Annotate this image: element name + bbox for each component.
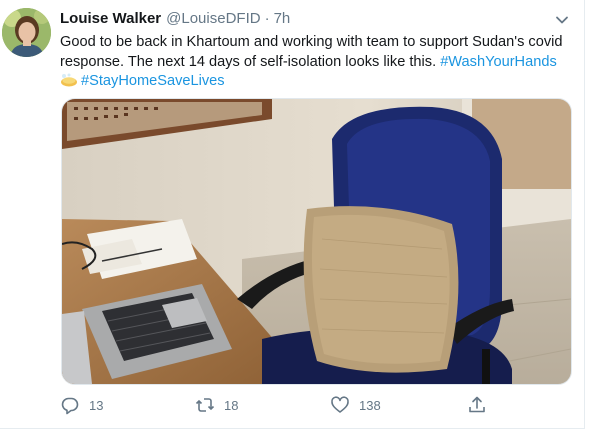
like-count: 138 (359, 397, 381, 413)
tweet-photo[interactable] (61, 98, 572, 385)
tweet-header: Louise Walker @LouiseDFID · 7h (60, 10, 290, 30)
like-button[interactable]: 138 (330, 393, 381, 417)
retweet-count: 18 (224, 397, 239, 413)
action-bar: 13 18 138 (60, 393, 580, 417)
user-handle[interactable]: @LouiseDFID (166, 10, 260, 27)
retweet-button[interactable]: 18 (195, 393, 238, 417)
avatar[interactable] (2, 8, 51, 57)
share-icon (469, 396, 485, 413)
chevron-down-icon[interactable] (552, 10, 572, 30)
retweet-icon (195, 398, 215, 412)
tweet-card[interactable]: Louise Walker @LouiseDFID · 7h Good to b… (0, 0, 589, 429)
reply-button[interactable]: 13 (60, 393, 103, 417)
timestamp[interactable]: 7h (274, 10, 291, 27)
hashtag-link[interactable]: #StayHomeSaveLives (81, 73, 225, 89)
divider (584, 0, 585, 429)
separator-dot: · (264, 10, 270, 27)
reply-icon (61, 397, 79, 415)
share-button[interactable] (467, 393, 487, 417)
reply-count: 13 (89, 397, 104, 413)
heart-icon (331, 396, 349, 413)
hashtag-link[interactable]: #WashYourHands (440, 54, 557, 70)
display-name[interactable]: Louise Walker (60, 10, 161, 27)
tweet-text: Good to be back in Khartoum and working … (60, 33, 575, 92)
soap-emoji-icon (60, 73, 78, 87)
